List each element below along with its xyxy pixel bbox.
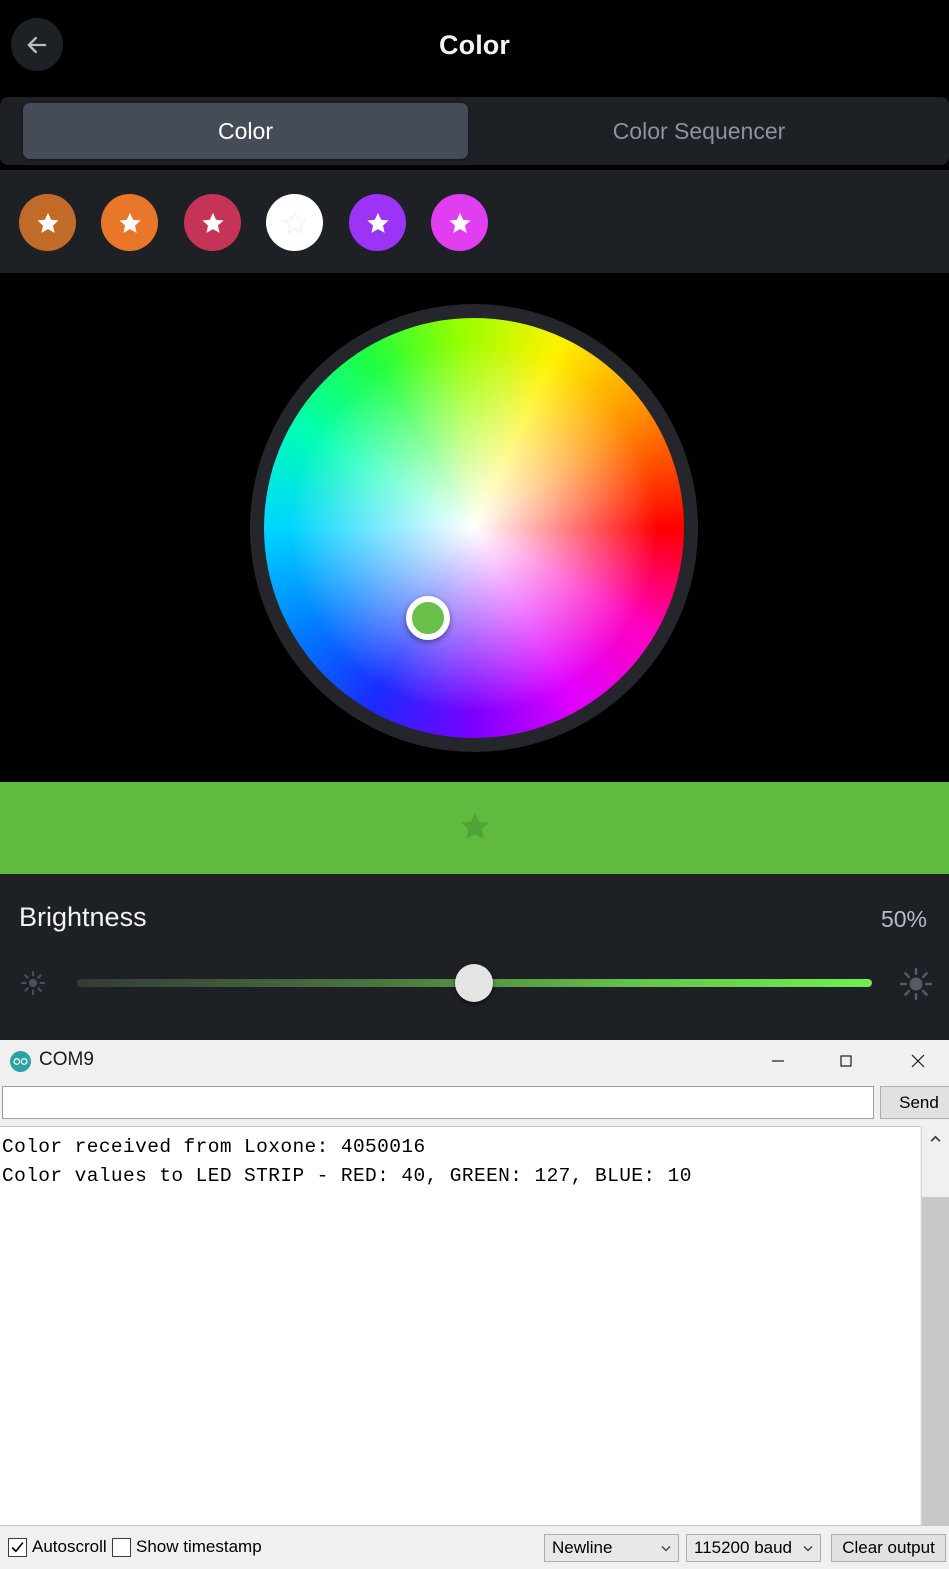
arduino-infinity-icon xyxy=(10,1051,31,1072)
baud-rate-value: 115200 baud xyxy=(694,1538,793,1557)
chevron-down-icon xyxy=(796,1542,820,1554)
star-icon xyxy=(35,210,61,236)
favorite-swatch-1[interactable] xyxy=(19,194,76,251)
page-title: Color xyxy=(439,30,510,60)
tab-color-sequencer[interactable]: Color Sequencer xyxy=(484,103,914,159)
star-icon xyxy=(365,210,391,236)
serial-output-area[interactable]: Color received from Loxone: 4050016 Colo… xyxy=(0,1126,920,1560)
star-outline-icon xyxy=(282,210,308,236)
color-preview-bar[interactable] xyxy=(0,782,949,874)
app-header: Color xyxy=(0,0,949,90)
color-wheel[interactable] xyxy=(264,318,684,738)
star-icon xyxy=(447,210,473,236)
line-ending-select[interactable]: Newline xyxy=(544,1534,679,1562)
favorite-swatch-6[interactable] xyxy=(431,194,488,251)
tab-bar: Color Color Sequencer xyxy=(0,97,949,165)
serial-monitor-window: COM9 Send Color received from Loxone: 40… xyxy=(0,1040,949,1569)
send-button[interactable]: Send xyxy=(880,1086,949,1119)
favorites-bar xyxy=(0,170,949,273)
autoscroll-label: Autoscroll xyxy=(32,1537,107,1556)
brightness-label: Brightness xyxy=(19,902,147,932)
favorite-swatch-3[interactable] xyxy=(184,194,241,251)
sun-small-icon xyxy=(18,968,48,1003)
serial-monitor-bottom-bar: Autoscroll Show timestamp Newline 115200… xyxy=(0,1525,949,1569)
baud-rate-select[interactable]: 115200 baud xyxy=(686,1534,821,1562)
checkbox-unchecked-icon xyxy=(112,1537,131,1557)
color-wheel-ring xyxy=(250,304,698,752)
chevron-down-icon xyxy=(654,1542,678,1554)
serial-monitor-titlebar: COM9 xyxy=(0,1040,949,1082)
color-wheel-stage xyxy=(0,276,949,1031)
serial-output-line: Color received from Loxone: 4050016 xyxy=(2,1136,426,1158)
chevron-up-icon[interactable] xyxy=(922,1126,949,1153)
brightness-panel: Brightness 50% xyxy=(0,874,949,1040)
star-icon xyxy=(458,809,492,848)
autoscroll-checkbox[interactable]: Autoscroll xyxy=(8,1537,107,1557)
minimize-button[interactable] xyxy=(744,1040,812,1082)
show-timestamp-checkbox[interactable]: Show timestamp xyxy=(112,1537,262,1557)
star-icon xyxy=(200,210,226,236)
favorite-swatch-2[interactable] xyxy=(101,194,158,251)
color-wheel-handle[interactable] xyxy=(406,596,450,640)
serial-send-row: Send xyxy=(0,1084,949,1125)
show-timestamp-label: Show timestamp xyxy=(136,1537,262,1556)
tab-color[interactable]: Color xyxy=(23,103,468,159)
star-icon xyxy=(117,210,143,236)
line-ending-value: Newline xyxy=(552,1538,613,1557)
maximize-button[interactable] xyxy=(812,1040,880,1082)
serial-output-scrollbar[interactable] xyxy=(921,1126,949,1560)
close-button[interactable] xyxy=(884,1040,949,1082)
serial-port-title: COM9 xyxy=(39,1049,94,1070)
clear-output-button[interactable]: Clear output xyxy=(831,1534,946,1562)
brightness-slider-thumb[interactable] xyxy=(455,964,493,1002)
checkbox-checked-icon xyxy=(8,1537,27,1557)
color-app-panel: Color Color Color Sequencer Brightness 5… xyxy=(0,0,949,1040)
sun-large-icon xyxy=(897,965,935,1008)
brightness-value: 50% xyxy=(880,906,927,932)
serial-send-input[interactable] xyxy=(2,1086,874,1119)
favorite-swatch-5[interactable] xyxy=(349,194,406,251)
favorite-swatch-4[interactable] xyxy=(266,194,323,251)
serial-output-line: Color values to LED STRIP - RED: 40, GRE… xyxy=(2,1165,692,1187)
scrollbar-thumb[interactable] xyxy=(922,1153,949,1197)
